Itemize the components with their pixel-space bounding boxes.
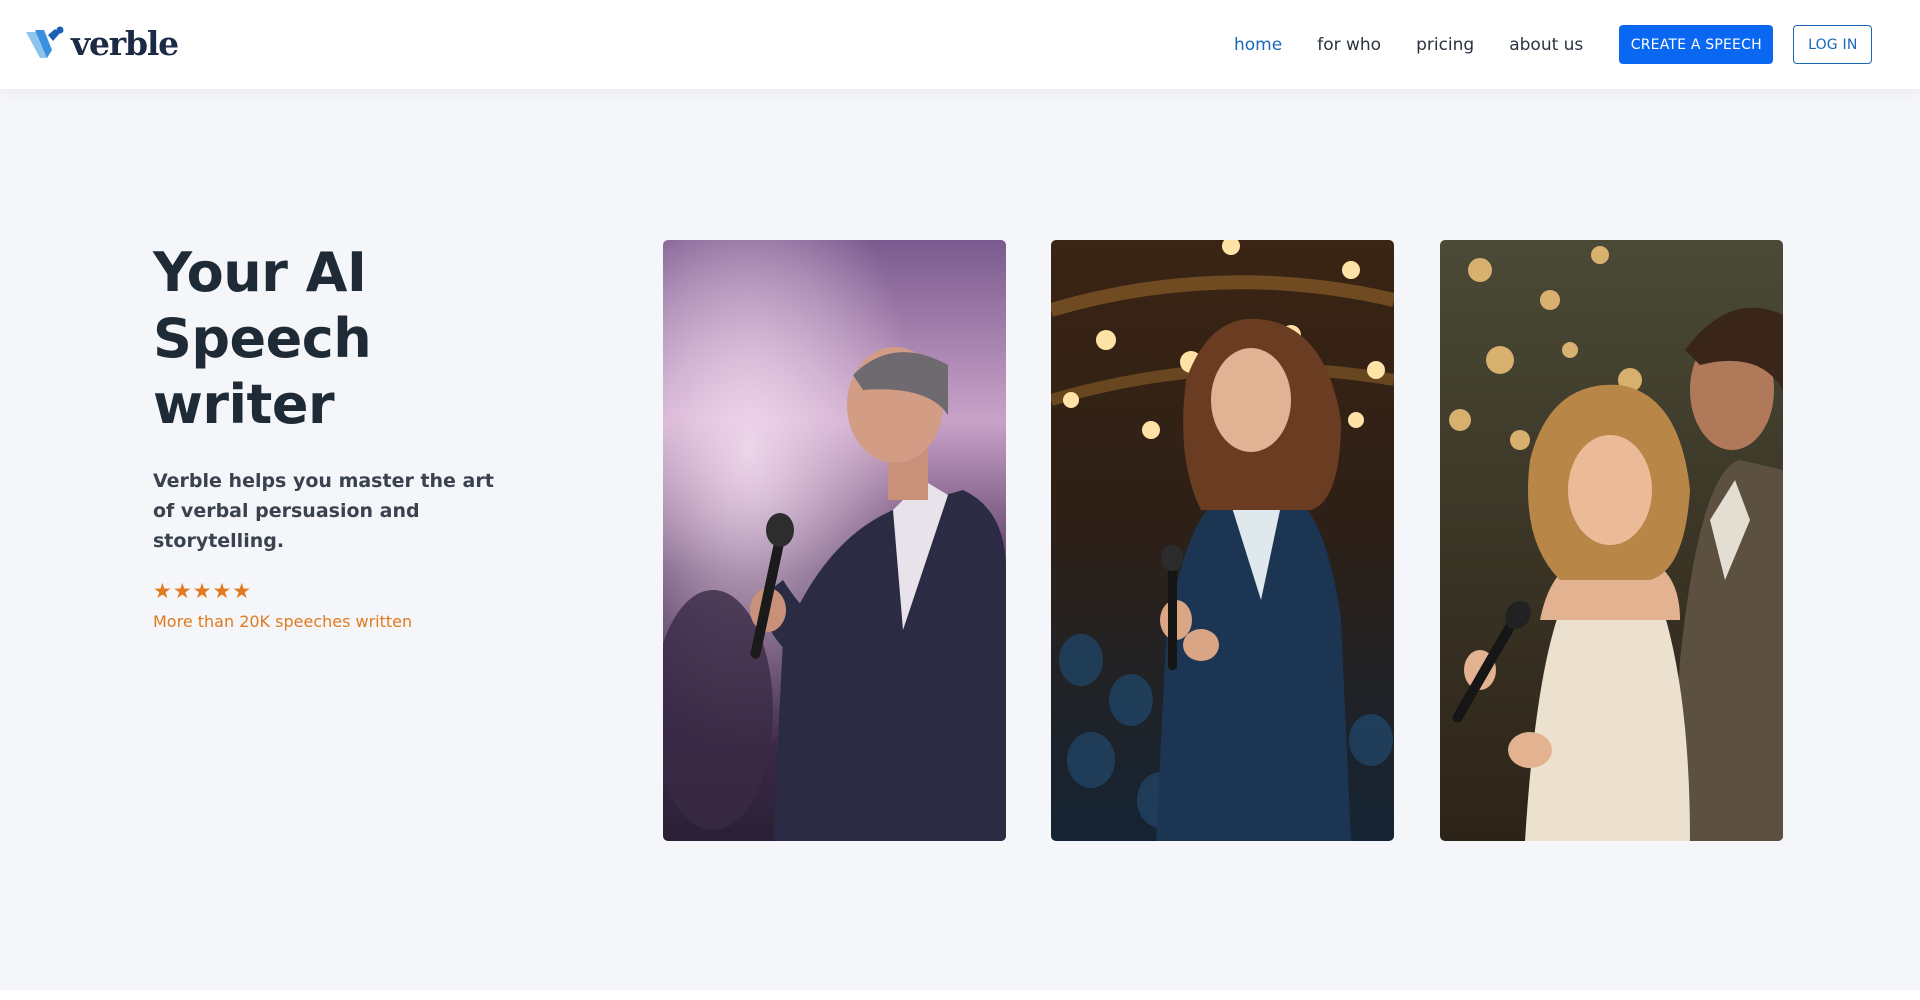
create-speech-button[interactable]: CREATE A SPEECH [1619, 25, 1774, 64]
nav-link-for-who[interactable]: for who [1317, 35, 1381, 55]
rating-caption: More than 20K speeches written [153, 612, 413, 631]
nav-link-about-us[interactable]: about us [1509, 35, 1583, 55]
brand-logo[interactable]: verble [25, 24, 179, 63]
nav-link-pricing[interactable]: pricing [1416, 35, 1474, 55]
hero-title: Your AI Speech writer [153, 240, 593, 438]
hero-title-line: writer [153, 373, 335, 436]
v-mark-icon [26, 26, 64, 58]
brand-name: verble [71, 24, 179, 63]
hero-section: Your AI Speech writer Verble helps you m… [153, 240, 593, 631]
speaker-photo-couple-image [1440, 240, 1783, 841]
hero-title-line: Your AI [153, 241, 367, 304]
login-button[interactable]: LOG IN [1793, 25, 1873, 64]
speaker-photo-man-image [663, 240, 1006, 841]
speaker-photo-woman [1051, 240, 1394, 841]
site-header: verble home for who pricing about us CRE… [0, 0, 1920, 89]
hero-title-line: Speech [153, 307, 372, 370]
speaker-photo-woman-image [1051, 240, 1394, 841]
speaker-photo-man [663, 240, 1006, 841]
star-rating: ★★★★★ [153, 579, 253, 603]
footer-band [0, 990, 1920, 1000]
speaker-photo-couple [1440, 240, 1783, 841]
hero-subtitle: Verble helps you master the art of verba… [153, 470, 494, 552]
main-nav: home for who pricing about us CREATE A S… [1234, 0, 1873, 89]
nav-link-home[interactable]: home [1234, 35, 1282, 55]
